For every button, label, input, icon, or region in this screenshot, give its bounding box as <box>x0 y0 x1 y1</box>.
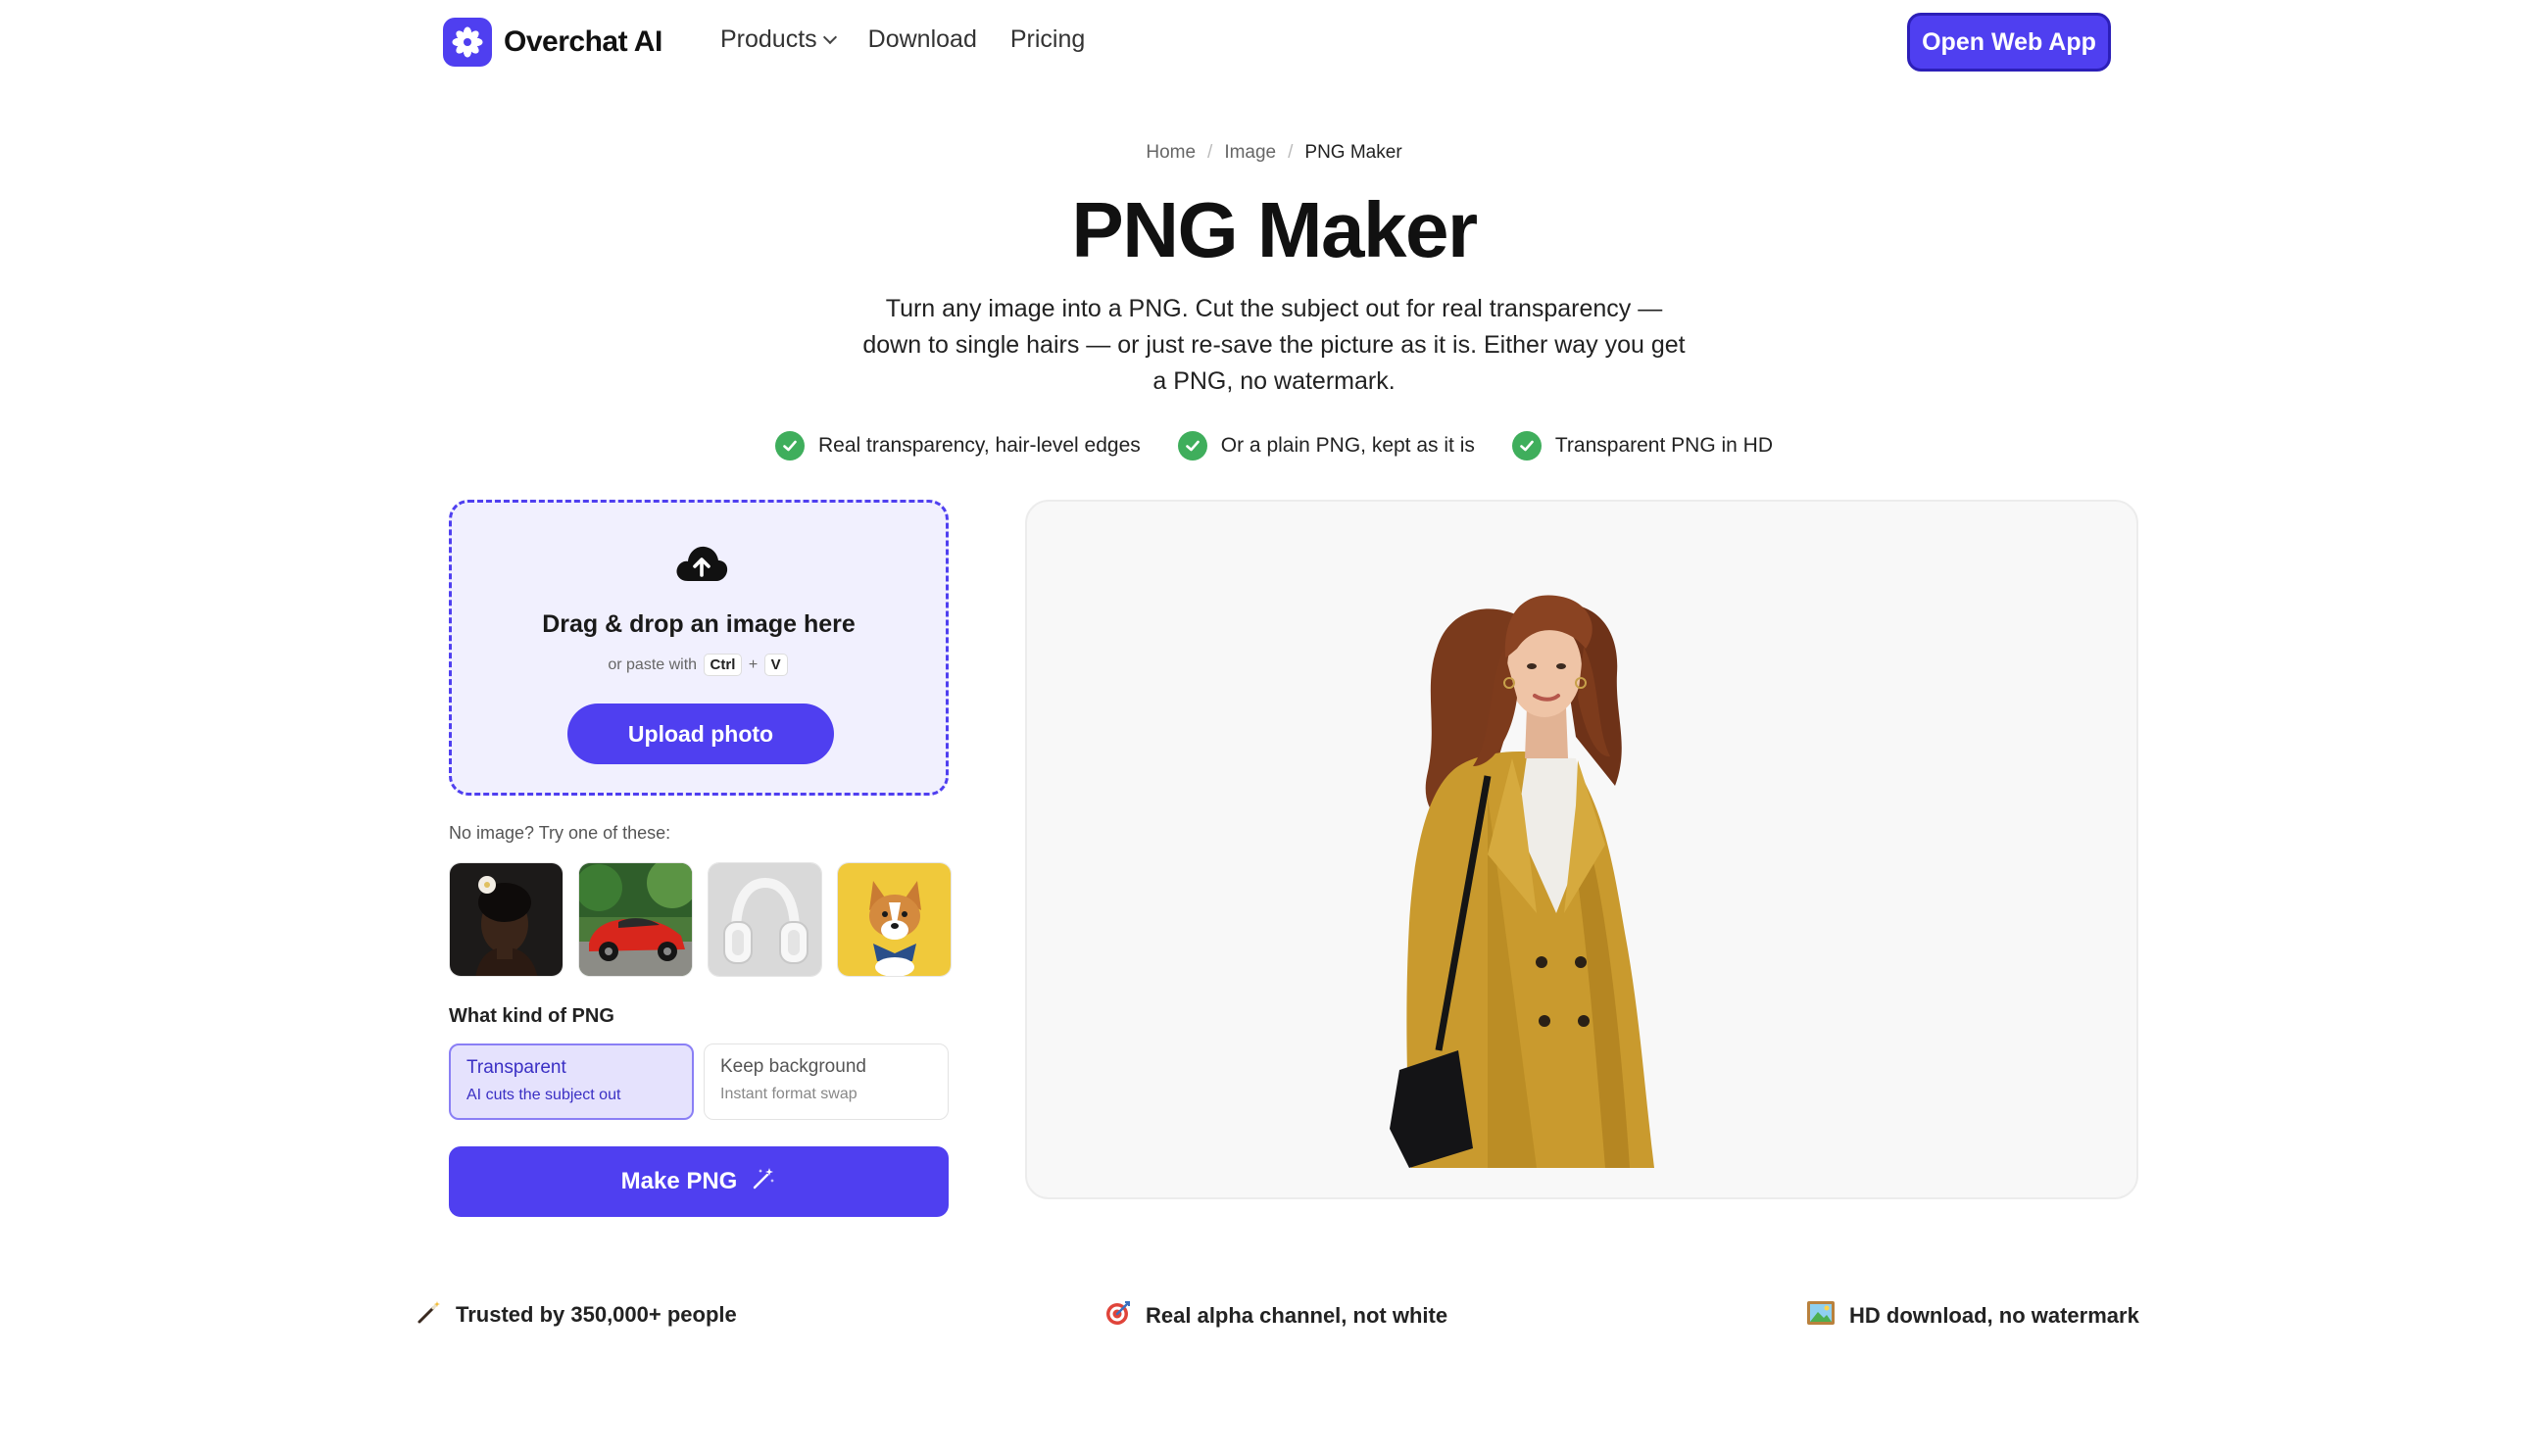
png-kind-label: What kind of PNG <box>449 1005 614 1027</box>
option-title: Keep background <box>720 1056 866 1077</box>
check-circle-icon <box>1177 431 1207 461</box>
feature-check-label: Real transparency, hair-level edges <box>817 434 1141 457</box>
preview-image-woman-in-trench-coat <box>1390 595 1654 1168</box>
feature-check-item: Or a plain PNG, kept as it is <box>1177 431 1475 461</box>
option-keep-background[interactable]: Keep background Instant format swap <box>704 1043 949 1120</box>
sample-image-headphones[interactable] <box>708 862 822 977</box>
sample-image-woman-portrait[interactable] <box>449 862 564 977</box>
trust-text: HD download, no watermark <box>1849 1303 2139 1328</box>
upload-photo-button[interactable]: Upload photo <box>567 704 834 764</box>
chevron-down-icon <box>822 29 837 44</box>
main-nav: Products Download Pricing <box>720 25 1085 54</box>
breadcrumb-image[interactable]: Image <box>1224 142 1276 163</box>
check-circle-icon <box>1511 431 1542 461</box>
trust-item: HD download, no watermark <box>1806 1299 2139 1333</box>
overchat-logo-icon <box>443 18 492 67</box>
breadcrumb-separator: / <box>1288 142 1294 163</box>
feature-check-item: Transparent PNG in HD <box>1511 431 1774 461</box>
breadcrumb-home[interactable]: Home <box>1146 142 1196 163</box>
breadcrumb: Home / Image / PNG Maker <box>0 142 2548 164</box>
feature-check-item: Real transparency, hair-level edges <box>774 431 1141 461</box>
option-transparent[interactable]: Transparent AI cuts the subject out <box>449 1043 694 1120</box>
dropzone-title: Drag & drop an image here <box>542 610 856 638</box>
feature-check-label: Transparent PNG in HD <box>1554 434 1774 457</box>
sample-image-red-car[interactable] <box>578 862 693 977</box>
option-subtitle: Instant format swap <box>720 1086 858 1102</box>
brand-logo[interactable]: Overchat AI <box>443 18 662 67</box>
nav-products[interactable]: Products <box>720 25 837 54</box>
breadcrumb-current: PNG Maker <box>1304 142 1402 163</box>
cloud-upload-icon <box>674 542 729 590</box>
nav-products-label: Products <box>720 25 817 53</box>
feature-checklist: Real transparency, hair-level edges Or a… <box>0 431 2548 461</box>
paste-hint-label: or paste with <box>608 656 698 673</box>
breadcrumb-separator: / <box>1207 142 1213 163</box>
nav-pricing-label: Pricing <box>1009 25 1086 53</box>
nav-pricing[interactable]: Pricing <box>1010 25 1085 54</box>
image-dropzone[interactable]: Drag & drop an image here or paste with … <box>449 500 949 796</box>
sample-images <box>449 862 952 977</box>
trust-text: Real alpha channel, not white <box>1146 1303 1448 1328</box>
sample-image-corgi[interactable] <box>837 862 952 977</box>
trust-item: Real alpha channel, not white <box>1104 1299 1447 1333</box>
check-circle-icon <box>774 431 805 461</box>
open-web-app-button[interactable]: Open Web App <box>1907 13 2111 72</box>
nav-download-label: Download <box>867 25 977 53</box>
option-title: Transparent <box>466 1057 566 1078</box>
magic-wand-icon <box>416 1299 442 1331</box>
key-ctrl: Ctrl <box>703 654 743 676</box>
make-png-label: Make PNG <box>620 1168 738 1194</box>
key-v: V <box>763 654 788 676</box>
page-title: PNG Maker <box>1071 186 1478 273</box>
key-plus: + <box>748 656 759 673</box>
make-png-button[interactable]: Make PNG <box>449 1146 949 1217</box>
page-subtitle: Turn any image into a PNG. Cut the subje… <box>862 295 1686 395</box>
samples-label: No image? Try one of these: <box>449 823 671 843</box>
result-preview-panel <box>1025 500 2138 1199</box>
option-subtitle: AI cuts the subject out <box>466 1087 621 1103</box>
target-icon <box>1104 1299 1132 1333</box>
paste-hint: or paste with Ctrl + V <box>452 654 946 676</box>
top-navbar: Overchat AI Products Download Pricing Op… <box>0 0 2548 84</box>
sparkle-wand-icon <box>751 1166 776 1198</box>
nav-download[interactable]: Download <box>868 25 977 54</box>
trust-text: Trusted by 350,000+ people <box>456 1302 737 1327</box>
trust-item: Trusted by 350,000+ people <box>416 1299 737 1331</box>
feature-check-label: Or a plain PNG, kept as it is <box>1220 434 1475 457</box>
brand-name: Overchat AI <box>504 25 662 58</box>
picture-frame-icon <box>1806 1299 1836 1333</box>
